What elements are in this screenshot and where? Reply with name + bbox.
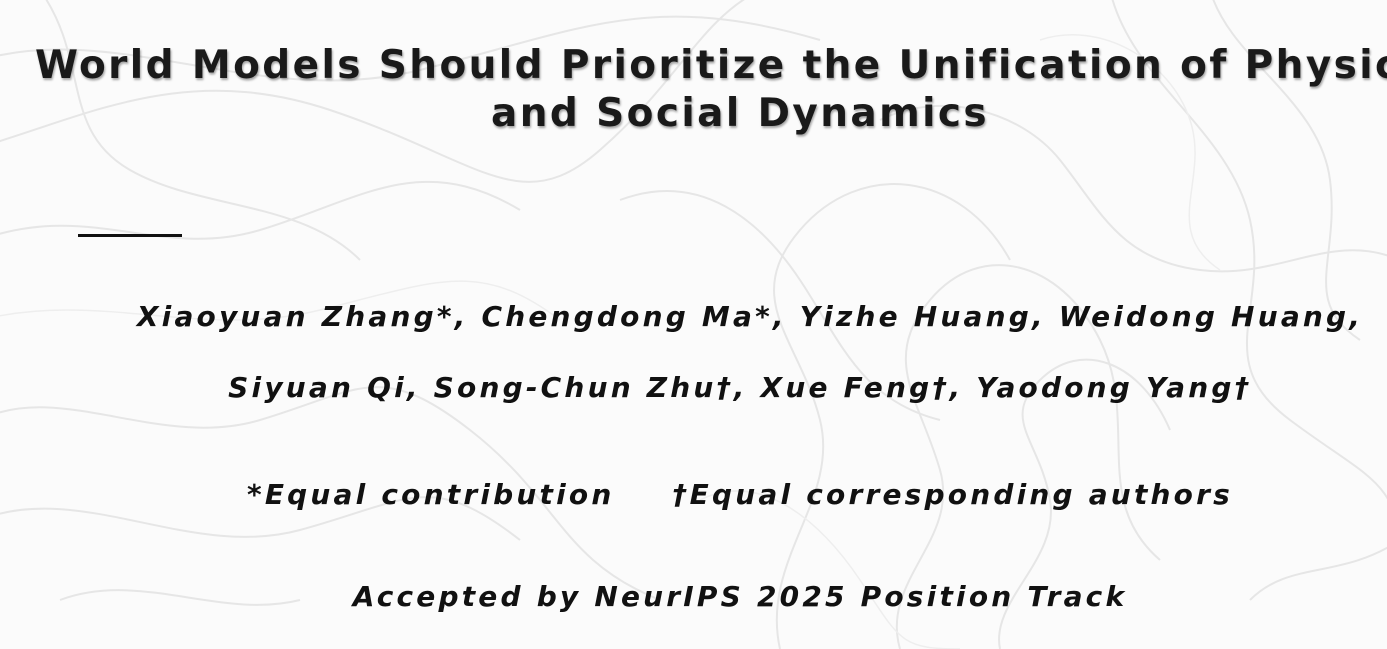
author-notes: *Equal contribution †Equal corresponding … xyxy=(0,478,1387,511)
title-line-1: World Models Should Prioritize the Unifi… xyxy=(34,43,1387,88)
page-title: World Models Should Prioritize the Unifi… xyxy=(0,42,1387,138)
title-line-2: and Social Dynamics xyxy=(490,91,990,136)
author-list-line-2: Siyuan Qi, Song-Chun Zhu†, Xue Feng†, Ya… xyxy=(228,371,1252,404)
equal-contribution-note: *Equal contribution xyxy=(247,478,615,511)
equal-corresponding-note: †Equal corresponding authors xyxy=(672,478,1233,511)
author-list-line-1: Xiaoyuan Zhang*, Chengdong Ma*, Yizhe Hu… xyxy=(136,300,1364,333)
title-slide: World Models Should Prioritize the Unifi… xyxy=(0,0,1387,649)
venue-line: Accepted by NeurIPS 2025 Position Track xyxy=(352,580,1128,613)
title-divider xyxy=(78,234,182,237)
